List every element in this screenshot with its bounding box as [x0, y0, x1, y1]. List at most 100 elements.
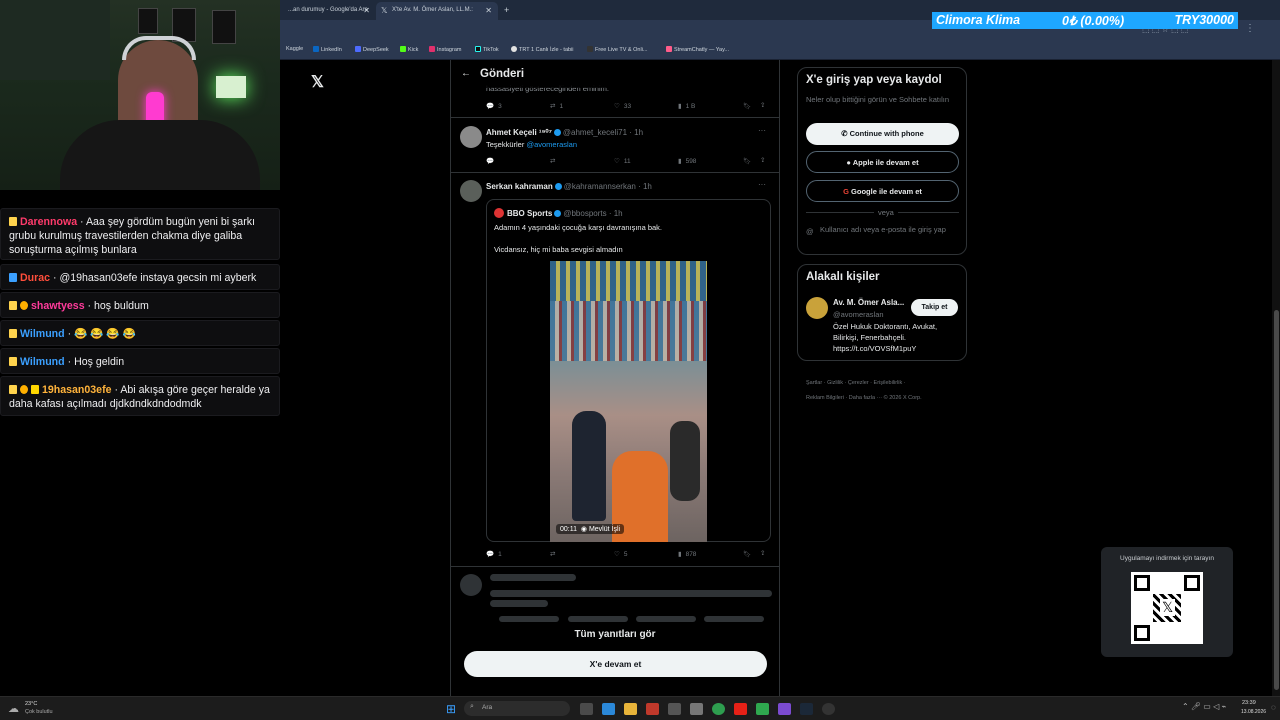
app-icon[interactable]	[756, 703, 769, 715]
continue-on-x-button[interactable]: X'e devam et	[464, 651, 767, 677]
bookmark-trt1[interactable]: TRT 1 Canlı İzle - tabii	[511, 46, 574, 53]
bookmark-deepseek[interactable]: DeepSeek	[355, 46, 389, 53]
chat-username[interactable]: Wilmund	[20, 328, 65, 340]
taskbar-search[interactable]: ⌕ Ara	[464, 701, 570, 716]
like-button[interactable]: ♡ 11	[614, 157, 631, 165]
author-row[interactable]: Ahmet Keçeli ¹⁹⁰⁷ @ahmet_keceli71 · 1h	[486, 128, 643, 137]
google-login-button[interactable]: G Google ile devam et	[806, 180, 959, 202]
share-icon[interactable]: ⇪	[760, 101, 765, 109]
views-button[interactable]: ▮ 1 B	[678, 102, 695, 110]
heart-icon: ♡	[614, 551, 620, 558]
sub-badge-icon	[20, 301, 28, 310]
new-tab-button[interactable]: +	[496, 0, 517, 18]
task-view-icon[interactable]	[580, 703, 593, 715]
bookmark-tiktok[interactable]: TikTok	[475, 46, 499, 53]
chat-text: hoş buldum	[94, 300, 149, 312]
bookmark-linkedin[interactable]: LinkedIn	[313, 46, 342, 53]
weather-icon[interactable]: ☁	[8, 702, 19, 715]
x-logo-icon[interactable]: 𝕏	[311, 72, 324, 92]
qr-code-icon[interactable]: 𝕏	[1131, 572, 1203, 644]
views-button[interactable]: ▮ 878	[678, 550, 696, 558]
tray-icons[interactable]: ⌃ 🎤︎ ▭ ◁ ⌁	[1182, 702, 1226, 711]
clock-date[interactable]: 13.08.2026	[1241, 709, 1266, 715]
retweet-button[interactable]: ⇄	[550, 157, 559, 165]
reply-button[interactable]: 💬 3	[486, 102, 502, 110]
youtube-icon[interactable]	[734, 703, 747, 715]
notification-icon[interactable]: ◌	[1271, 703, 1276, 712]
verified-icon	[554, 210, 562, 217]
share-icon[interactable]: ⇪	[760, 156, 765, 164]
continue-with-phone-button[interactable]: ✆ Continue with phone	[806, 123, 959, 145]
footer-links[interactable]: Şartlar · Gizlilik · Çerezler · Erişileb…	[806, 380, 906, 386]
retweet-button[interactable]: ⇄	[550, 550, 559, 558]
more-options-icon[interactable]: ···	[758, 126, 766, 135]
menu-icon[interactable]: ⋮	[1245, 23, 1255, 34]
search-icon: ⌕	[470, 703, 474, 710]
tab-x-post[interactable]: 𝕏 X'te Av. M. Ömer Aslan, LL.M.: ✕	[376, 2, 498, 20]
chat-username[interactable]: Darennowa	[20, 216, 77, 228]
follow-button[interactable]: Takip et	[911, 299, 958, 316]
steam-icon[interactable]	[800, 703, 813, 715]
person-bio: Özel Hukuk Doktorantı, Avukat, Bilirkişi…	[833, 322, 938, 353]
bookmark-icon[interactable]: 🔖︎	[743, 157, 751, 165]
person-name[interactable]: Av. M. Ömer Asla...	[833, 298, 904, 307]
scrollbar[interactable]	[1272, 60, 1280, 696]
wall-frame	[138, 8, 158, 34]
obs-icon[interactable]	[822, 703, 835, 715]
chrome-icon[interactable]	[712, 703, 725, 715]
mention-link[interactable]: @avomeraslan	[526, 140, 577, 149]
copilot-icon[interactable]	[602, 703, 615, 715]
avatar[interactable]	[806, 297, 828, 319]
chat-username[interactable]: Durac	[20, 272, 50, 284]
share-icon[interactable]: ⇪	[760, 549, 765, 557]
avatar[interactable]	[460, 180, 482, 202]
weather-temp[interactable]: 23°C	[25, 701, 37, 707]
trt-icon	[511, 46, 517, 52]
close-icon[interactable]: ✕	[363, 6, 370, 15]
webcam-overlay	[0, 0, 280, 190]
app-icon[interactable]	[668, 703, 681, 715]
scrollbar-thumb[interactable]	[1274, 310, 1279, 690]
discord-icon[interactable]	[778, 703, 791, 715]
skeleton-line	[490, 574, 576, 581]
chat-username[interactable]: 19hasan03efe	[42, 384, 112, 396]
weather-desc[interactable]: Çok bulutlu	[25, 709, 53, 715]
quoted-author-row[interactable]: BBO Sports @bbosports · 1h	[494, 208, 623, 218]
chat-username[interactable]: shawtyess	[31, 300, 85, 312]
calendar-icon[interactable]	[646, 703, 659, 715]
back-arrow-icon[interactable]: ←	[461, 68, 471, 79]
username-login-link[interactable]: @ Kullanıcı adı veya e-posta ile giriş ya…	[806, 224, 958, 236]
chat-message: shawtyess · hoş buldum	[0, 292, 280, 318]
file-explorer-icon[interactable]	[624, 703, 637, 715]
bookmark-icon[interactable]: 🔖︎	[743, 550, 751, 558]
author-row[interactable]: Serkan kahraman @kahramannserkan · 1h	[486, 182, 652, 191]
footer-links[interactable]: Reklam Bilgileri · Daha fazla ··· © 2026…	[806, 395, 922, 401]
bookmark-streamchatly[interactable]: StreamChatly — Yay...	[666, 46, 729, 53]
bookmark-free-live-tv[interactable]: Free Live TV & Onli...	[587, 46, 647, 53]
close-icon[interactable]: ✕	[485, 6, 492, 15]
skeleton-line	[499, 616, 559, 622]
apple-login-button[interactable]: ● Apple ile devam et	[806, 151, 959, 173]
start-icon[interactable]: ⊞	[446, 702, 456, 716]
bookmark-instagram[interactable]: Instagram	[429, 46, 461, 53]
reply-button[interactable]: 💬	[486, 157, 498, 165]
video-player[interactable]	[550, 261, 707, 542]
skeleton-line	[490, 590, 772, 597]
clock-time[interactable]: 23:39	[1242, 700, 1256, 706]
more-options-icon[interactable]: ···	[758, 180, 766, 189]
bookmark-icon[interactable]: 🔖︎	[743, 102, 751, 110]
views-button[interactable]: ▮ 598	[678, 157, 696, 165]
tab-google-search[interactable]: ...an durumuy - Google'da Ara ✕	[280, 2, 376, 20]
like-button[interactable]: ♡ 5	[614, 550, 627, 558]
retweet-button[interactable]: ⇄ 1	[550, 102, 563, 110]
deepseek-icon	[355, 46, 361, 52]
like-button[interactable]: ♡ 33	[614, 102, 631, 110]
instagram-icon	[429, 46, 435, 52]
see-all-replies-link[interactable]: Tüm yanıtları gör	[451, 629, 779, 640]
app-icon[interactable]	[690, 703, 703, 715]
bookmark-kick[interactable]: Kick	[400, 46, 418, 53]
reply-button[interactable]: 💬 1	[486, 550, 502, 558]
chat-username[interactable]: Wilmund	[20, 356, 65, 368]
bookmark-kaggle[interactable]: Kaggle	[286, 46, 303, 52]
avatar[interactable]	[460, 126, 482, 148]
